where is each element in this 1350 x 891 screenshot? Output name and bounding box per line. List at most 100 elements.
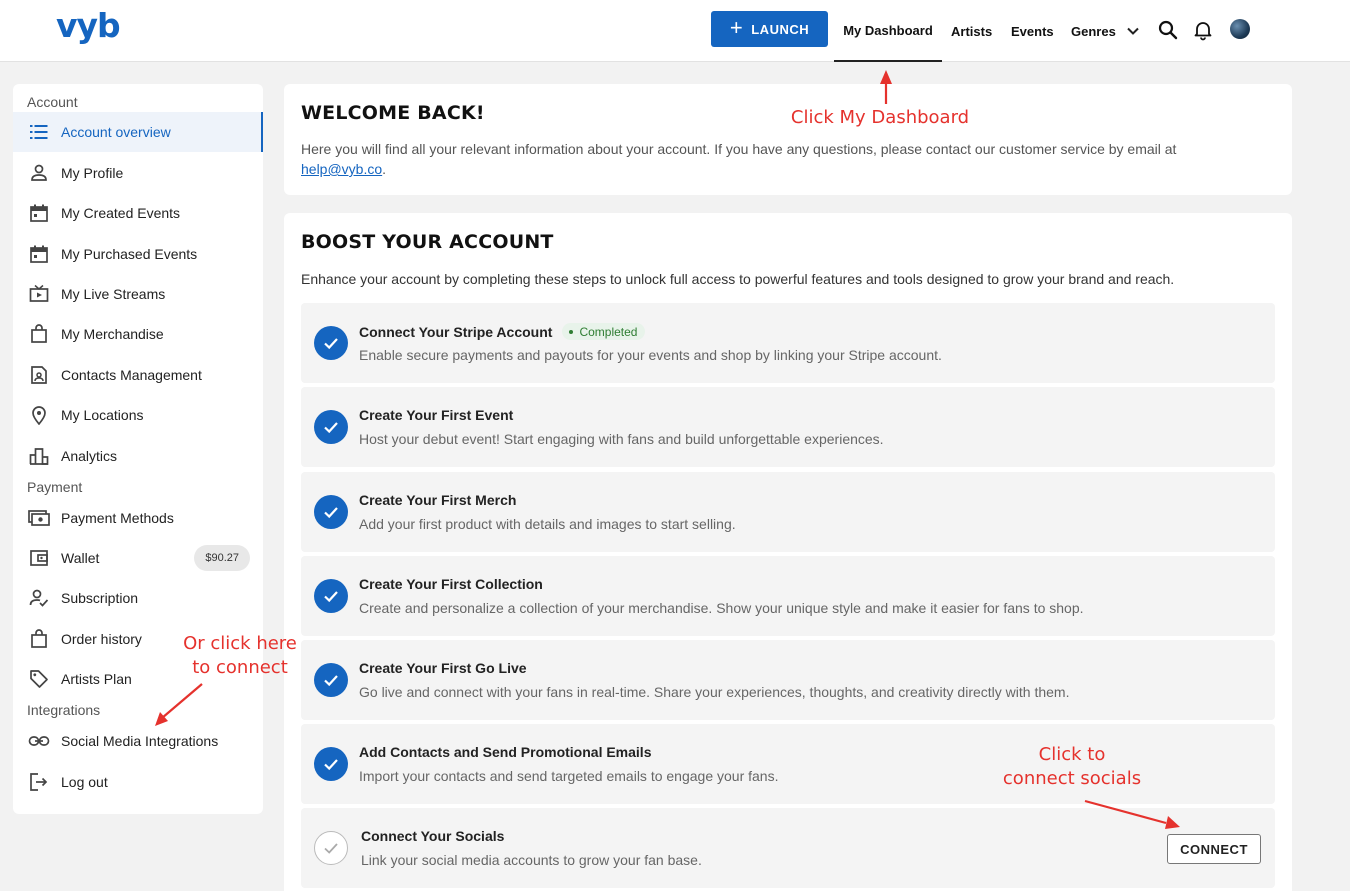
wallet-icon	[30, 550, 48, 566]
calendar-icon	[30, 245, 48, 263]
avatar[interactable]	[1230, 19, 1250, 39]
step-title: Create Your First Collection	[359, 576, 543, 592]
annotation-line: to connect	[192, 657, 288, 678]
sidebar-item-label: Wallet	[61, 550, 100, 566]
nav-genres[interactable]: Genres	[1071, 0, 1140, 62]
nav-events[interactable]: Events	[1011, 0, 1054, 62]
logout-icon	[30, 773, 48, 791]
sidebar-item-label: My Profile	[61, 165, 124, 181]
payment-icon	[28, 510, 50, 526]
sidebar-item-my-purchased-events[interactable]: My Purchased Events	[13, 234, 263, 274]
sidebar-item-wallet[interactable]: Wallet $90.27	[13, 538, 263, 578]
step-title: Create Your First Event	[359, 407, 514, 423]
step-description: Add your first product with details and …	[359, 516, 736, 532]
calendar-icon	[30, 204, 48, 222]
step-title: Create Your First Go Live	[359, 660, 527, 676]
sidebar-item-my-created-events[interactable]: My Created Events	[13, 193, 263, 233]
welcome-card: WELCOME BACK! Here you will find all you…	[284, 84, 1292, 195]
sidebar-item-my-merchandise[interactable]: My Merchandise	[13, 314, 263, 354]
sidebar-item-label: Log out	[61, 774, 108, 790]
annotation-line: Or click here	[183, 633, 297, 654]
location-pin-icon	[32, 406, 46, 425]
welcome-text-body: Here you will find all your relevant inf…	[301, 141, 1177, 157]
tag-icon	[30, 670, 48, 688]
nav-my-dashboard[interactable]: My Dashboard	[834, 0, 942, 62]
sidebar-item-log-out[interactable]: Log out	[13, 762, 263, 802]
person-icon	[31, 164, 47, 181]
sidebar-item-label: Analytics	[61, 448, 118, 464]
connect-socials-button[interactable]: CONNECT	[1167, 834, 1261, 864]
sidebar-item-label: My Locations	[61, 407, 144, 423]
sidebar-item-label: My Live Streams	[61, 286, 166, 302]
status-dot-icon	[569, 329, 574, 334]
step-item: Connect Your Socials Link your social me…	[301, 808, 1275, 888]
step-item: Create Your First Collection Create and …	[301, 556, 1275, 636]
sidebar-item-label: My Purchased Events	[61, 246, 198, 262]
sidebar-item-label: Artists Plan	[61, 671, 132, 687]
sidebar: Account Account overview My Profile My C…	[13, 84, 263, 814]
sidebar-item-contacts-management[interactable]: Contacts Management	[13, 355, 263, 395]
step-title: Create Your First Merch	[359, 492, 517, 508]
plus-icon: +	[729, 15, 744, 40]
sidebar-item-payment-methods[interactable]: Payment Methods	[13, 498, 263, 538]
top-navigation-bar: vyb + LAUNCH My Dashboard Artists Events…	[0, 0, 1350, 62]
sidebar-heading-integrations: Integrations	[27, 702, 101, 718]
launch-button[interactable]: + LAUNCH	[711, 11, 828, 47]
step-title: Connect Your Socials	[361, 828, 505, 844]
sidebar-item-analytics[interactable]: Analytics	[13, 436, 263, 476]
step-description: Create and personalize a collection of y…	[359, 600, 1084, 616]
sidebar-item-label: Social Media Integrations	[61, 733, 219, 749]
step-item: Create Your First Event Host your debut …	[301, 387, 1275, 467]
check-circle-icon	[314, 410, 348, 444]
wallet-balance-badge: $90.27	[194, 545, 250, 571]
sidebar-item-label: Subscription	[61, 590, 139, 606]
sidebar-item-social-media-integrations[interactable]: Social Media Integrations	[13, 721, 263, 761]
sidebar-item-label: My Created Events	[61, 205, 181, 221]
tv-icon	[29, 284, 49, 302]
sidebar-heading-account: Account	[27, 94, 78, 110]
analytics-icon	[29, 448, 49, 465]
annotation-line: Click to	[1038, 744, 1106, 765]
step-title: Add Contacts and Send Promotional Emails	[359, 744, 652, 760]
vyb-logo[interactable]: vyb	[56, 6, 121, 45]
bag-icon	[31, 324, 47, 343]
welcome-text: Here you will find all your relevant inf…	[301, 141, 1177, 177]
annotation-sidebar-connect: Or click here to connect	[170, 632, 310, 680]
step-item: Create Your First Go Live Go live and co…	[301, 640, 1275, 720]
step-title: Connect Your Stripe Account Completed	[359, 323, 646, 340]
sidebar-item-label: Payment Methods	[61, 510, 174, 526]
bell-icon[interactable]	[1191, 18, 1215, 42]
search-icon[interactable]	[1156, 18, 1180, 42]
check-circle-icon	[314, 579, 348, 613]
sidebar-item-label: Account overview	[61, 124, 171, 140]
check-circle-icon	[314, 663, 348, 697]
step-description: Enable secure payments and payouts for y…	[359, 347, 942, 363]
sidebar-item-subscription[interactable]: Subscription	[13, 578, 263, 618]
nav-artists[interactable]: Artists	[951, 0, 992, 62]
completed-label: Completed	[579, 324, 638, 339]
check-circle-icon	[314, 747, 348, 781]
annotation-click-dashboard: Click My Dashboard	[790, 107, 970, 128]
launch-label: LAUNCH	[751, 21, 810, 37]
contact-icon	[31, 366, 47, 384]
sidebar-item-label: Contacts Management	[61, 367, 202, 383]
completed-badge: Completed	[562, 323, 646, 340]
annotation-connect-socials: Click to connect socials	[995, 743, 1149, 791]
support-email-link[interactable]: help@vyb.co	[301, 161, 382, 177]
boost-subtitle: Enhance your account by completing these…	[301, 271, 1175, 287]
step-item: Connect Your Stripe Account Completed En…	[301, 303, 1275, 383]
step-description: Link your social media accounts to grow …	[361, 852, 702, 868]
sidebar-item-my-profile[interactable]: My Profile	[13, 153, 263, 193]
sidebar-item-account-overview[interactable]: Account overview	[13, 112, 263, 152]
subscription-icon	[29, 589, 49, 607]
annotation-line: connect socials	[1002, 768, 1142, 789]
boost-title: BOOST YOUR ACCOUNT	[301, 231, 554, 253]
link-icon	[28, 736, 50, 746]
check-circle-icon	[314, 495, 348, 529]
bag-icon	[31, 629, 47, 648]
sidebar-item-my-live-streams[interactable]: My Live Streams	[13, 274, 263, 314]
step-item: Create Your First Merch Add your first p…	[301, 472, 1275, 552]
sidebar-item-my-locations[interactable]: My Locations	[13, 395, 263, 435]
sidebar-item-label: My Merchandise	[61, 326, 164, 342]
step-description: Import your contacts and send targeted e…	[359, 768, 779, 784]
